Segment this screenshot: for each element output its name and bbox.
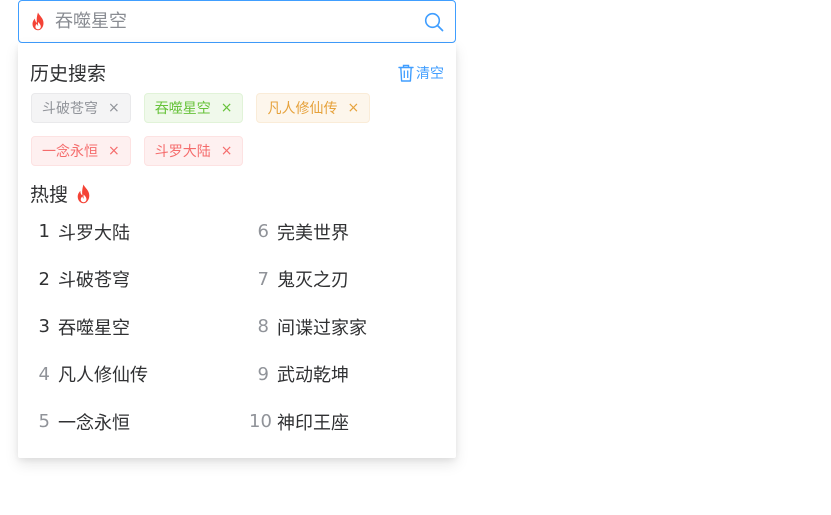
hot-item-label: 武动乾坤 <box>277 365 349 387</box>
hot-item[interactable]: 5 一念永恒 <box>30 398 249 446</box>
history-header: 历史搜索 清空 <box>30 59 444 86</box>
hot-item-label: 间谍过家家 <box>277 317 367 339</box>
search-input[interactable] <box>55 1 417 42</box>
hot-item-label: 鬼灭之刃 <box>277 270 349 292</box>
hot-rank: 8 <box>257 316 269 338</box>
hot-item[interactable]: 8 间谍过家家 <box>249 303 444 351</box>
close-icon[interactable]: × <box>347 100 359 116</box>
history-tag-label: 吞噬星空 <box>154 101 211 117</box>
hot-header: 热搜 <box>30 180 93 207</box>
close-icon[interactable]: × <box>221 143 233 159</box>
hot-item-label: 斗破苍穹 <box>58 270 130 292</box>
search-box[interactable] <box>18 0 456 43</box>
history-tag[interactable]: 一念永恒 × <box>31 136 131 166</box>
hot-rank: 3 <box>38 316 50 338</box>
hot-item[interactable]: 1 斗罗大陆 <box>30 208 249 256</box>
history-tag[interactable]: 凡人修仙传 × <box>256 93 371 123</box>
trash-icon <box>398 64 414 82</box>
hot-item-label: 凡人修仙传 <box>58 365 148 387</box>
close-icon[interactable]: × <box>108 100 120 116</box>
hot-title: 热搜 <box>30 184 69 206</box>
hot-rank: 2 <box>38 268 50 290</box>
hot-rank: 5 <box>38 411 50 433</box>
close-icon[interactable]: × <box>221 100 233 116</box>
clear-history-button[interactable]: 清空 <box>398 63 444 83</box>
history-tag[interactable]: 斗罗大陆 × <box>143 136 244 166</box>
hot-item-label: 神印王座 <box>277 412 349 434</box>
hot-rank: 7 <box>257 268 269 290</box>
hot-list: 1 斗罗大陆 6 完美世界 2 斗破苍穹 7 鬼灭之刃 3 吞噬星空 8 间谍过… <box>30 208 444 448</box>
hot-item[interactable]: 3 吞噬星空 <box>30 303 249 351</box>
hot-item[interactable]: 10 神印王座 <box>249 398 444 446</box>
search-dropdown: 历史搜索 清空 斗破苍穹 × 吞噬星空 × 凡人修仙传 × 一念永恒 × 斗罗大… <box>18 43 456 458</box>
hot-rank: 6 <box>257 221 269 243</box>
fire-icon <box>29 12 47 32</box>
history-tag-label: 斗罗大陆 <box>154 144 211 160</box>
history-tag[interactable]: 斗破苍穹 × <box>31 93 131 123</box>
hot-item-label: 吞噬星空 <box>58 317 130 339</box>
hot-item[interactable]: 6 完美世界 <box>249 208 444 256</box>
hot-item-label: 完美世界 <box>277 222 349 244</box>
hot-rank: 4 <box>38 363 50 385</box>
clear-history-label: 清空 <box>416 65 444 82</box>
search-icon[interactable] <box>423 11 445 33</box>
close-icon[interactable]: × <box>108 143 120 159</box>
hot-item[interactable]: 9 武动乾坤 <box>249 351 444 399</box>
history-tag[interactable]: 吞噬星空 × <box>143 93 244 123</box>
history-title: 历史搜索 <box>30 63 107 85</box>
hot-item[interactable]: 2 斗破苍穹 <box>30 256 249 304</box>
fire-icon <box>75 184 93 204</box>
hot-item[interactable]: 7 鬼灭之刃 <box>249 256 444 304</box>
history-tag-label: 凡人修仙传 <box>267 101 338 117</box>
hot-rank: 9 <box>257 363 269 385</box>
hot-rank: 1 <box>38 221 50 243</box>
history-tags: 斗破苍穹 × 吞噬星空 × 凡人修仙传 × 一念永恒 × 斗罗大陆 × <box>31 93 441 166</box>
history-tag-label: 一念永恒 <box>42 144 98 160</box>
hot-item-label: 斗罗大陆 <box>58 222 130 244</box>
hot-item[interactable]: 4 凡人修仙传 <box>30 351 249 399</box>
hot-item-label: 一念永恒 <box>58 412 130 434</box>
history-tag-label: 斗破苍穹 <box>42 101 98 117</box>
hot-rank: 10 <box>249 411 272 433</box>
